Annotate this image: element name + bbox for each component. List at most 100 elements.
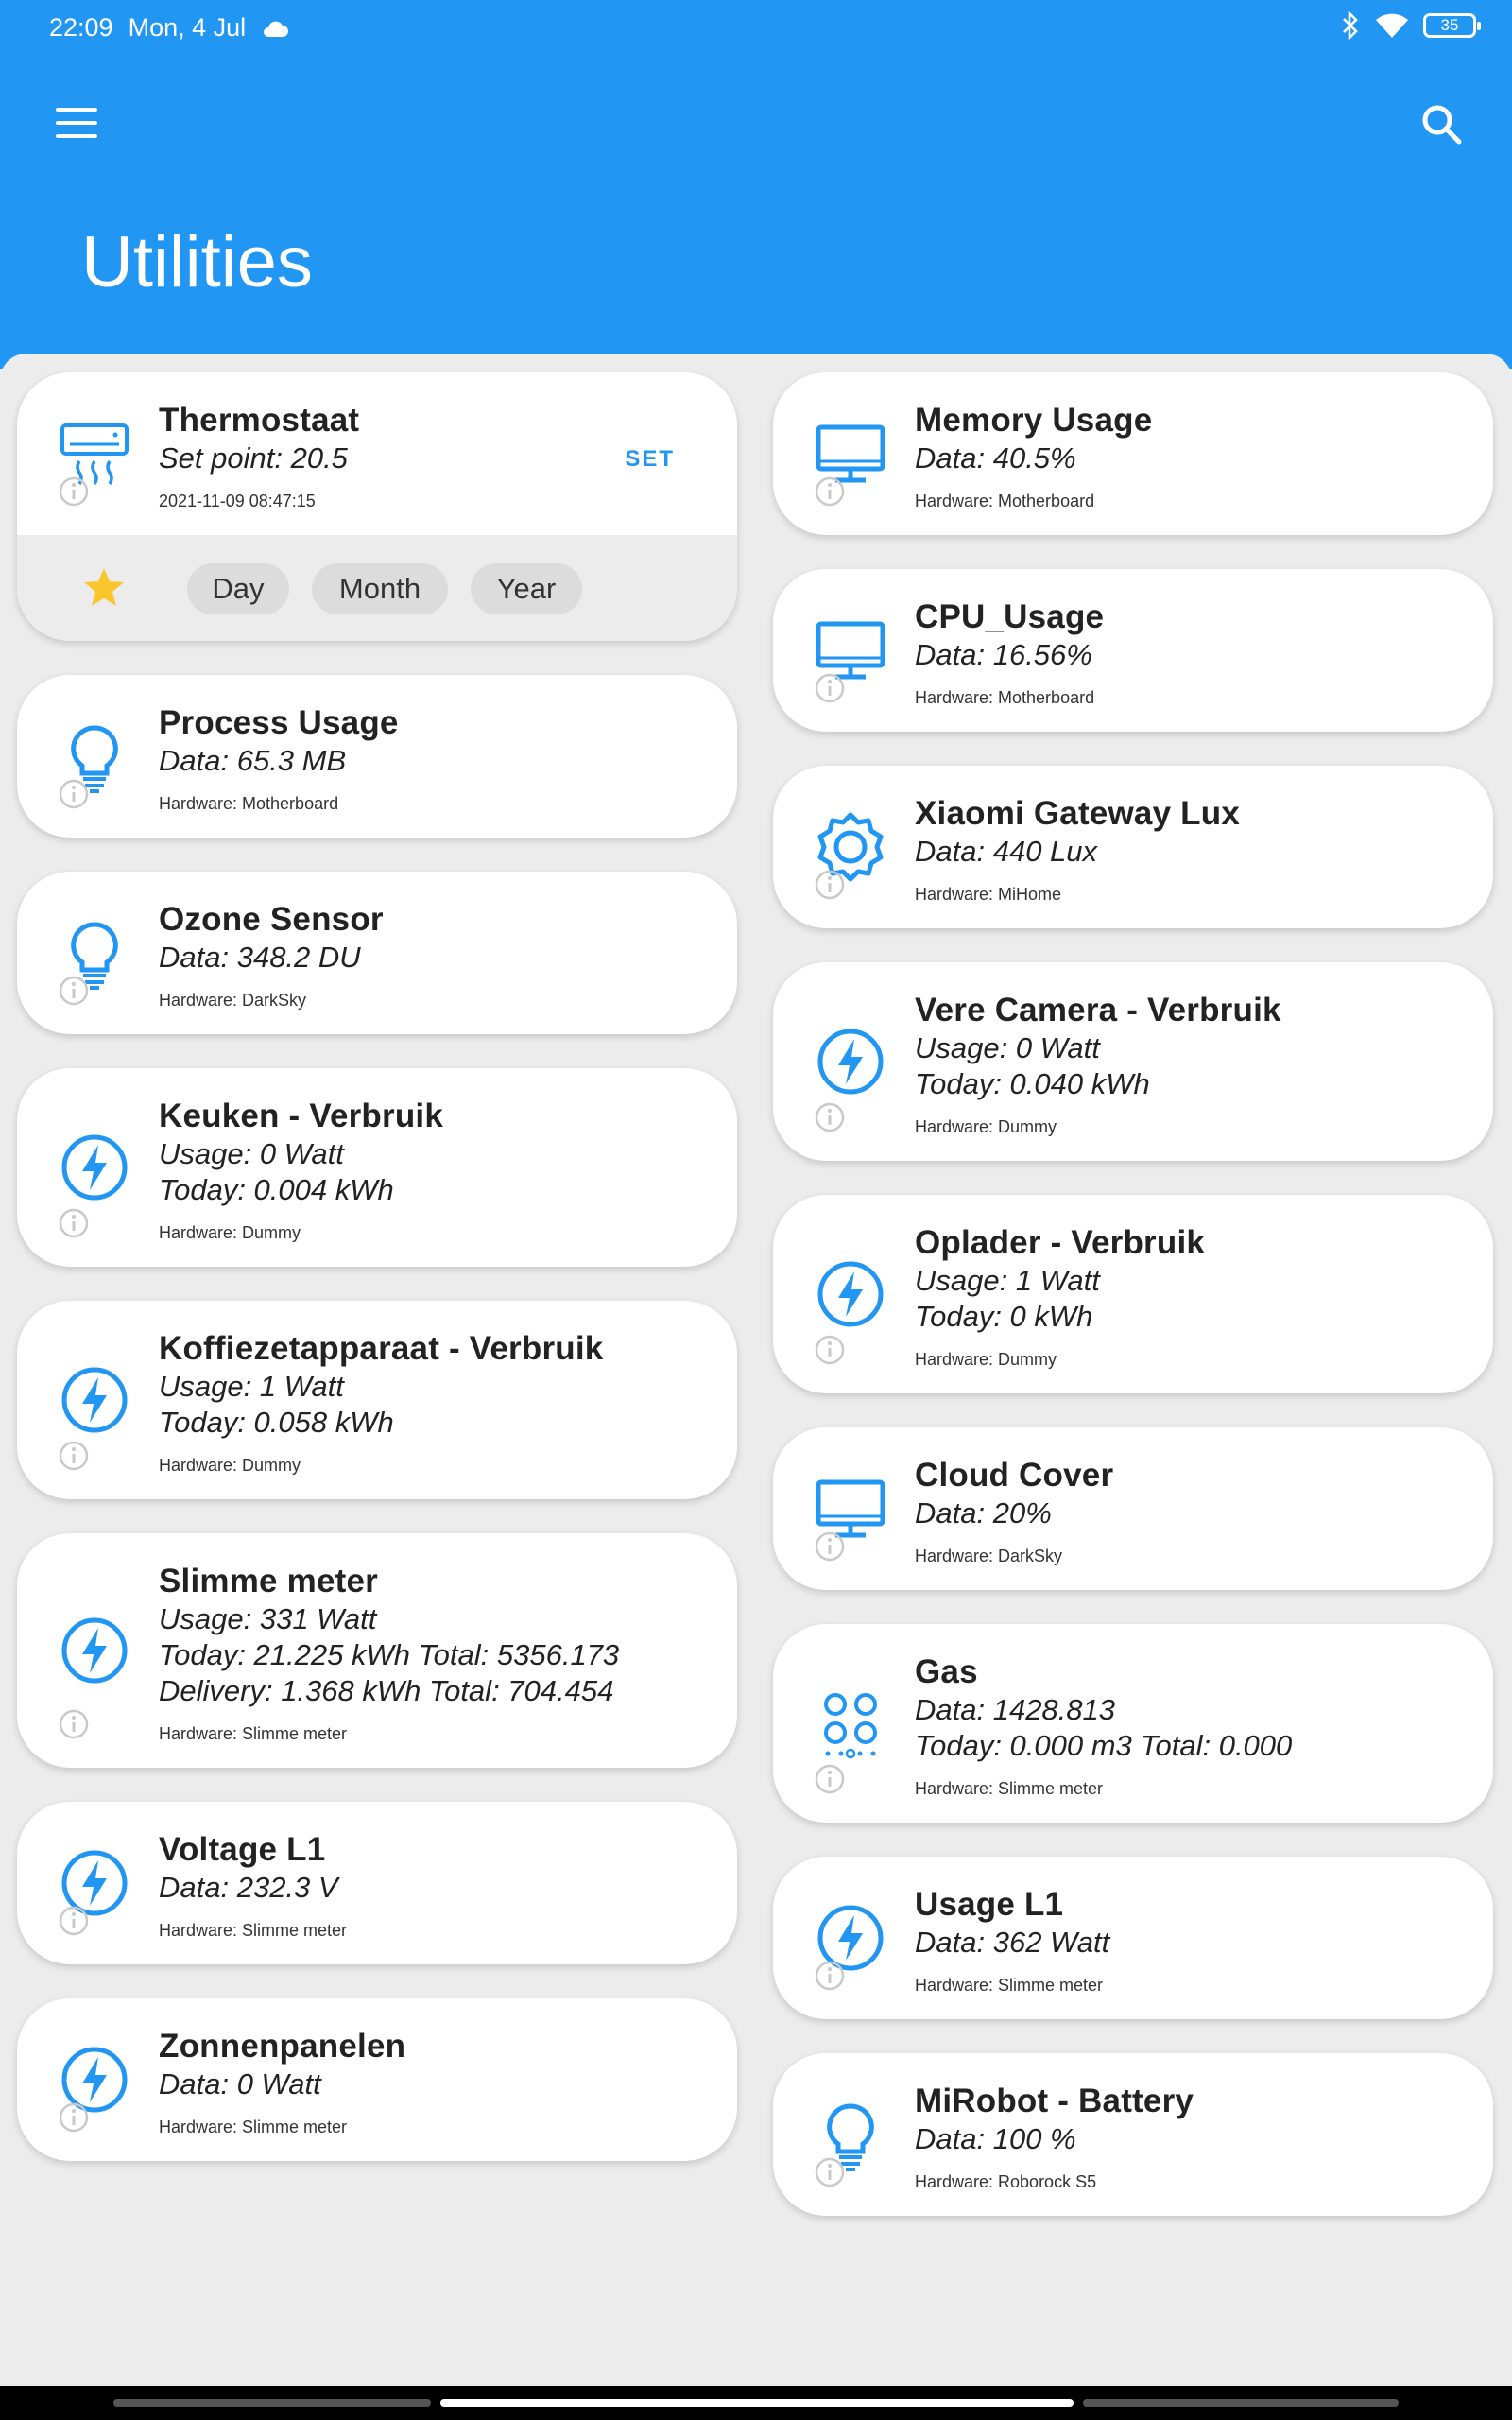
thermostat-actions: Day Month Year: [17, 535, 737, 641]
device-value: Data: 0 Watt: [159, 2067, 321, 2100]
thermostat-card[interactable]: Thermostaat Set point: 20.5 2021-11-09 0…: [17, 372, 737, 641]
device-card[interactable]: Ozone Sensor Data: 348.2 DU Hardware: Dark…: [17, 872, 737, 1034]
range-chip-day[interactable]: Day: [187, 563, 289, 614]
hardware-label: Hardware: Slimme meter: [159, 2118, 348, 2136]
device-card[interactable]: Koffiezetapparaat - Verbruik Usage: 1 Wat…: [17, 1301, 737, 1499]
info-icon[interactable]: [59, 1208, 89, 1238]
info-icon[interactable]: [59, 2102, 89, 2133]
info-icon[interactable]: [59, 476, 89, 507]
range-chip-month[interactable]: Month: [312, 563, 448, 614]
device-name: Xiaomi Gateway Lux: [915, 795, 1240, 832]
device-text: Gas Data: 1428.813 Today: 0.000 m3 Total: …: [915, 1652, 1465, 1799]
device-text: Slimme meter Usage: 331 Watt Today: 21.225…: [159, 1562, 709, 1744]
device-card[interactable]: Memory Usage Data: 40.5% Hardware: Motherb…: [773, 372, 1493, 535]
info-icon[interactable]: [815, 1102, 845, 1132]
device-name: Ozone Sensor: [159, 901, 384, 938]
cloud-icon: [264, 21, 289, 37]
nav-home-handle[interactable]: [440, 2399, 1074, 2407]
device-value: Data: 232.3 V: [159, 1871, 338, 1904]
device-text: Cloud Cover Data: 20% Hardware: DarkSky: [915, 1456, 1465, 1566]
info-icon[interactable]: [59, 1709, 89, 1739]
device-name: MiRobot - Battery: [915, 2083, 1194, 2119]
device-text: Vere Camera - Verbruik Usage: 0 Watt Today…: [915, 991, 1465, 1137]
hardware-label: Hardware: Motherboard: [915, 688, 1095, 707]
info-icon[interactable]: [815, 673, 845, 703]
hardware-label: Hardware: DarkSky: [915, 1547, 1063, 1565]
device-card[interactable]: Keuken - Verbruik Usage: 0 Watt Today: 0.0…: [17, 1068, 737, 1267]
device-value: Usage: 1 Watt: [159, 1370, 344, 1403]
device-value: Data: 65.3 MB: [159, 744, 347, 777]
search-icon[interactable]: [1416, 98, 1469, 151]
battery-icon: 35: [1423, 13, 1481, 38]
device-name: Memory Usage: [915, 402, 1153, 439]
hardware-label: Hardware: Slimme meter: [915, 1779, 1104, 1798]
device-value: Data: 1428.813: [915, 1693, 1116, 1726]
device-text: MiRobot - Battery Data: 100 % Hardware: Ro…: [915, 2082, 1465, 2192]
hardware-label: Hardware: Slimme meter: [159, 1724, 348, 1743]
info-icon[interactable]: [59, 1906, 89, 1936]
info-icon[interactable]: [59, 779, 89, 809]
lightning-icon: [61, 1617, 128, 1684]
device-name: CPU_Usage: [915, 598, 1105, 635]
wifi-icon: [1376, 13, 1408, 38]
device-value: Data: 16.56%: [915, 638, 1092, 671]
set-button[interactable]: SET: [625, 446, 675, 473]
info-icon[interactable]: [815, 1764, 845, 1794]
device-value: Data: 100 %: [915, 2122, 1076, 2155]
hardware-label: Hardware: MiHome: [915, 885, 1062, 904]
range-chip-year[interactable]: Year: [471, 563, 582, 614]
menu-button[interactable]: [53, 102, 100, 144]
device-card[interactable]: Gas Data: 1428.813 Today: 0.000 m3 Total: …: [773, 1624, 1493, 1823]
device-name: Voltage L1: [159, 1831, 326, 1868]
device-card[interactable]: Zonnenpanelen Data: 0 Watt Hardware: Slimm…: [17, 1998, 737, 2161]
device-value: Data: 362 Watt: [915, 1926, 1110, 1959]
device-text: Voltage L1 Data: 232.3 V Hardware: Slimme …: [159, 1830, 709, 1941]
gas-meter-icon: [824, 1693, 877, 1759]
nav-recents[interactable]: [1083, 2399, 1399, 2407]
device-name: Keuken - Verbruik: [159, 1098, 444, 1134]
device-card[interactable]: Voltage L1 Data: 232.3 V Hardware: Slimme …: [17, 1802, 737, 1964]
device-card[interactable]: Xiaomi Gateway Lux Data: 440 Lux Hardware:…: [773, 766, 1493, 928]
device-text: Keuken - Verbruik Usage: 0 Watt Today: 0.0…: [159, 1097, 709, 1243]
lightning-icon: [817, 1261, 884, 1327]
device-card[interactable]: CPU_Usage Data: 16.56% Hardware: Motherboa…: [773, 569, 1493, 732]
device-text: Memory Usage Data: 40.5% Hardware: Motherb…: [915, 401, 1465, 511]
device-card[interactable]: MiRobot - Battery Data: 100 % Hardware: Ro…: [773, 2053, 1493, 2216]
info-icon[interactable]: [815, 1335, 845, 1365]
info-icon[interactable]: [815, 870, 845, 900]
device-name: Usage L1: [915, 1886, 1064, 1923]
device-text: Koffiezetapparaat - Verbruik Usage: 1 Wat…: [159, 1329, 709, 1476]
nav-back[interactable]: [113, 2399, 431, 2407]
device-text: Oplader - Verbruik Usage: 1 Watt Today: 0 …: [915, 1223, 1465, 1370]
device-value: Today: 0.040 kWh: [915, 1067, 1150, 1100]
device-card[interactable]: Slimme meter Usage: 331 Watt Today: 21.225…: [17, 1533, 737, 1768]
device-text: Process Usage Data: 65.3 MB Hardware: Moth…: [159, 703, 709, 814]
info-icon[interactable]: [815, 476, 845, 507]
info-icon[interactable]: [815, 1531, 845, 1562]
device-card[interactable]: Usage L1 Data: 362 Watt Hardware: Slimme m…: [773, 1857, 1493, 2019]
navigation-bar: [0, 2386, 1512, 2420]
hardware-label: Hardware: Motherboard: [915, 492, 1095, 510]
hardware-label: Hardware: Roborock S5: [915, 2172, 1097, 2191]
device-card[interactable]: Vere Camera - Verbruik Usage: 0 Watt Today…: [773, 962, 1493, 1161]
lightning-icon: [61, 1134, 128, 1201]
info-icon[interactable]: [59, 976, 89, 1006]
device-card[interactable]: Process Usage Data: 65.3 MB Hardware: Moth…: [17, 675, 737, 838]
device-text: Usage L1 Data: 362 Watt Hardware: Slimme m…: [915, 1885, 1465, 1996]
info-icon[interactable]: [815, 2157, 845, 2187]
info-icon[interactable]: [815, 1961, 845, 1991]
hardware-label: Hardware: Slimme meter: [915, 1976, 1104, 1995]
device-text: Zonnenpanelen Data: 0 Watt Hardware: Slimm…: [159, 2027, 709, 2137]
device-card[interactable]: Cloud Cover Data: 20% Hardware: DarkSky: [773, 1427, 1493, 1590]
device-value: Usage: 0 Watt: [159, 1137, 344, 1170]
hardware-label: Hardware: Slimme meter: [159, 1921, 348, 1940]
info-icon[interactable]: [59, 1441, 89, 1471]
device-value: Usage: 331 Watt: [159, 1602, 377, 1635]
device-value: Delivery: 1.368 kWh Total: 704.454: [159, 1674, 614, 1707]
hardware-label: Hardware: Motherboard: [159, 794, 339, 813]
device-card[interactable]: Oplader - Verbruik Usage: 1 Watt Today: 0 …: [773, 1195, 1493, 1393]
hardware-label: Hardware: Dummy: [915, 1350, 1057, 1369]
star-icon[interactable]: [81, 565, 127, 611]
hardware-label: Hardware: Dummy: [159, 1456, 301, 1475]
status-bar: 22:09 Mon, 4 Jul: [49, 13, 289, 43]
